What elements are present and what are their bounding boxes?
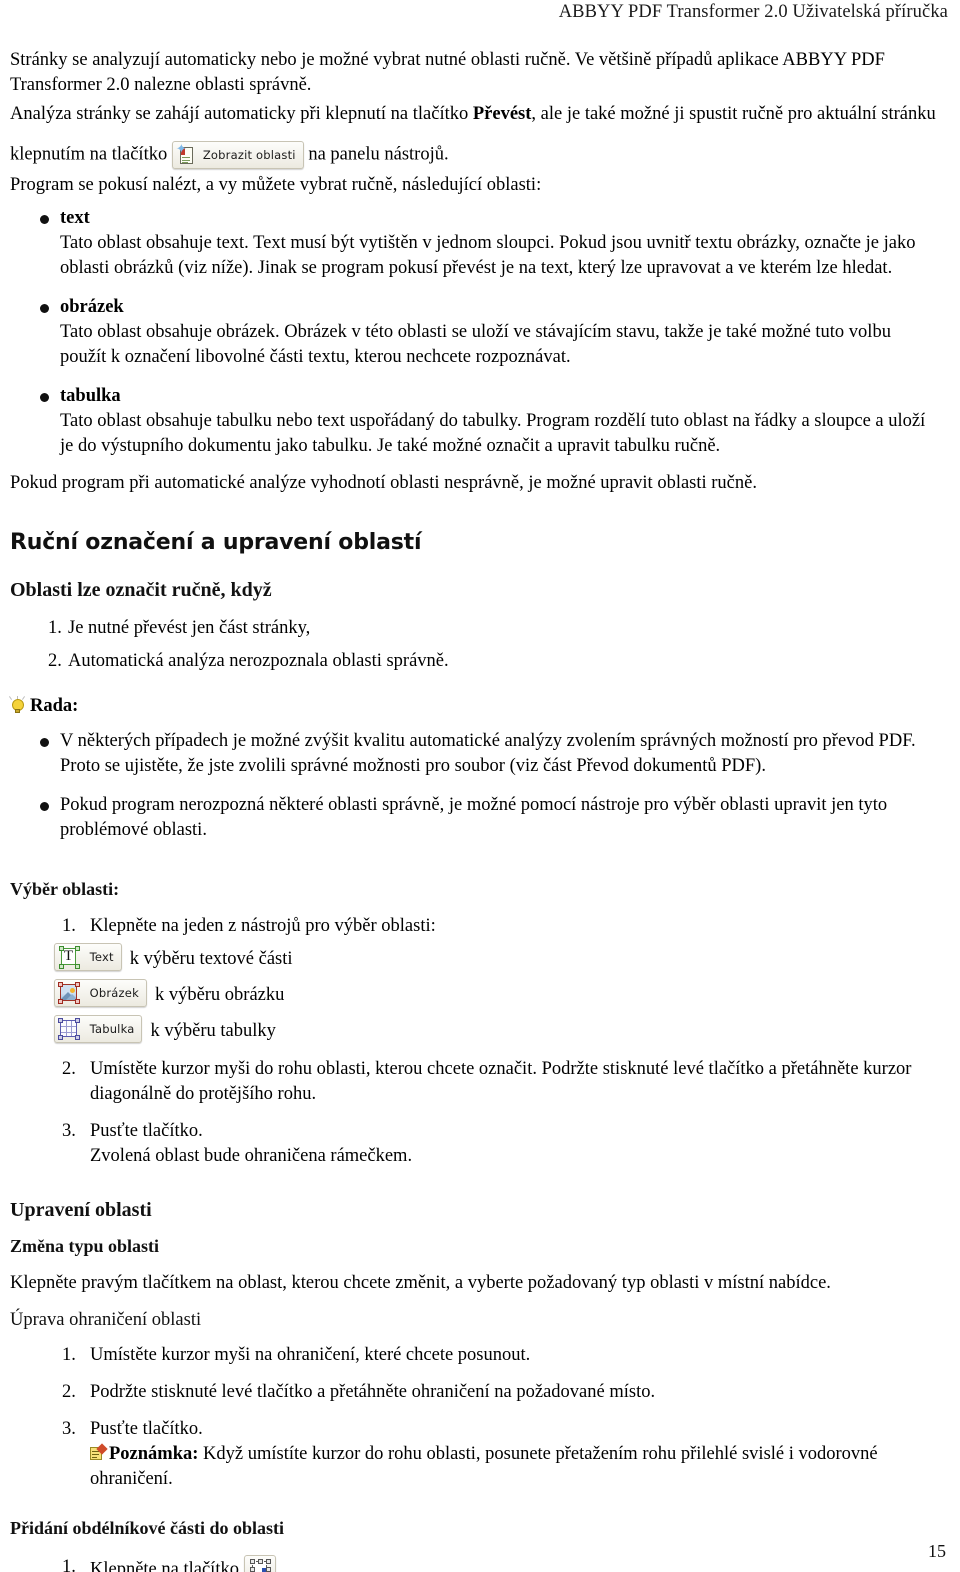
after-areas-paragraph: Pokud program při automatické analýze vy… (10, 473, 757, 493)
edit-paragraph-1: Klepněte pravým tlačítkem na oblast, kte… (10, 1273, 831, 1293)
intro-p2-after: , ale je také možné ji spustit ručně pro… (531, 104, 936, 124)
list-item: Pokud program nerozpozná některé oblasti… (10, 793, 940, 843)
intro-paragraph-3: klepnutím na tlačítko ✦ Zobrazit oblasti … (10, 141, 940, 169)
list-item: Pusťte tlačítko. Poznámka: Když umístíte… (10, 1417, 940, 1492)
intro-paragraph-1: Stránky se analyzují automaticky nebo je… (10, 50, 885, 95)
text-area-button[interactable]: T Text (54, 943, 122, 971)
selection-steps-list: Klepněte na jeden z nástrojů pro výběr o… (10, 914, 940, 1169)
show-areas-button-label: Zobrazit oblasti (202, 147, 296, 162)
tip-heading: Rada: (8, 696, 940, 717)
list-item: text Tato oblast obsahuje text. Text mus… (10, 206, 940, 281)
tip-list: V některých případech je možné zvýšit kv… (10, 729, 940, 843)
intro-p2-before: Analýza stránky se zahájí automaticky př… (10, 104, 473, 124)
list-item: Umístěte kurzor myši na ohraničení, kter… (62, 1343, 531, 1368)
addrect-steps-list: Klepněte na tlačítko . (10, 1555, 940, 1572)
intro-paragraph-4: Program se pokusí nalézt, a vy můžete vy… (10, 175, 542, 195)
list-item: Je nutné převést jen část stránky, (48, 616, 311, 641)
addrect-step1-before: Klepněte na tlačítko (90, 1559, 244, 1572)
list-item: tabulka Tato oblast obsahuje tabulku neb… (10, 384, 940, 459)
text-tool-row: T Text k výběru textové části (54, 943, 940, 971)
picture-area-button[interactable]: Obrázek (54, 979, 147, 1007)
list-item: Pusťte tlačítko. Zvolená oblast bude ohr… (10, 1119, 940, 1169)
note-pencil-icon (90, 1443, 108, 1461)
list-item: V některých případech je možné zvýšit kv… (10, 729, 940, 779)
edit-subheading-1: Změna typu oblasti (10, 1236, 160, 1256)
edit-heading: Upravení oblasti (10, 1199, 152, 1221)
area-type-term: text (60, 208, 90, 228)
area-type-term: tabulka (60, 386, 121, 406)
area-type-desc: Tato oblast obsahuje text. Text musí být… (60, 233, 916, 278)
area-type-desc: Tato oblast obsahuje tabulku nebo text u… (60, 411, 926, 456)
area-type-term: obrázek (60, 297, 124, 317)
page-header: ABBYY PDF Transformer 2.0 Uživatelská př… (558, 2, 948, 22)
note-text: Když umístíte kurzor do rohu oblasti, po… (90, 1444, 878, 1489)
intro-p3-after: na panelu nástrojů. (303, 144, 449, 165)
area-type-list: text Tato oblast obsahuje text. Text mus… (10, 206, 940, 459)
add-rectangle-button[interactable] (243, 1555, 276, 1572)
text-area-button-label: Text (89, 949, 114, 964)
picture-tool-row: Obrázek k výběru obrázku (54, 979, 940, 1007)
addrect-step1-after: . (275, 1559, 281, 1572)
add-rectangle-icon (249, 1559, 271, 1572)
text-area-icon: T (58, 946, 80, 969)
document-sparkle-icon: ✦ (176, 143, 198, 166)
intro-paragraph-2: Analýza stránky se zahájí automaticky př… (10, 102, 940, 127)
document-page: ABBYY PDF Transformer 2.0 Uživatelská př… (0, 0, 960, 1572)
table-area-icon (58, 1018, 80, 1040)
selection-step3-a: Pusťte tlačítko. (90, 1121, 203, 1141)
lightbulb-icon (8, 696, 26, 715)
edit-note: Poznámka: Když umístíte kurzor do rohu o… (90, 1442, 940, 1492)
table-area-button[interactable]: Tabulka (54, 1015, 143, 1043)
manual-subheading: Oblasti lze označit ručně, když (10, 579, 272, 601)
list-item: Klepněte na tlačítko . (10, 1555, 940, 1572)
tip-label: Rada: (30, 696, 79, 716)
manual-conditions-list: Je nutné převést jen část stránky, Autom… (10, 616, 940, 674)
note-label: Poznámka: (109, 1444, 199, 1464)
document-body: Stránky se analyzují automaticky nebo je… (8, 48, 940, 1572)
list-item: Klepněte na jeden z nástrojů pro výběr o… (10, 914, 940, 1043)
picture-area-icon (58, 982, 80, 1004)
table-tool-caption: k výběru tabulky (150, 1021, 276, 1041)
list-item: Umístěte kurzor myši do rohu oblasti, kt… (62, 1057, 912, 1104)
selection-step1-text: Klepněte na jeden z nástrojů pro výběr o… (90, 916, 436, 936)
picture-tool-caption: k výběru obrázku (154, 985, 285, 1005)
edit-step3-text: Pusťte tlačítko. (90, 1419, 203, 1439)
addrect-heading: Přidání obdélníkové části do oblasti (10, 1518, 285, 1538)
table-tool-row: Tabulka k výběru tabulky (54, 1015, 940, 1043)
intro-p3-before: klepnutím na tlačítko (10, 144, 172, 165)
page-number: 15 (928, 1541, 946, 1561)
selection-step3-b: Zvolená oblast bude ohraničena rámečkem. (90, 1146, 413, 1166)
table-area-button-label: Tabulka (89, 1021, 135, 1036)
page-title: Ruční označení a upravení oblastí (10, 530, 422, 555)
area-type-desc: Tato oblast obsahuje obrázek. Obrázek v … (60, 322, 891, 367)
edit-steps-list: Umístěte kurzor myši na ohraničení, kter… (10, 1343, 940, 1492)
text-tool-caption: k výběru textové části (129, 949, 293, 969)
show-areas-button[interactable]: ✦ Zobrazit oblasti (171, 141, 304, 169)
list-item: obrázek Tato oblast obsahuje obrázek. Ob… (10, 295, 940, 370)
list-item: Automatická analýza nerozpoznala oblasti… (48, 649, 449, 674)
convert-button-word: Převést (472, 104, 532, 124)
list-item: Podržte stisknuté levé tlačítko a přetáh… (62, 1380, 656, 1405)
picture-area-button-label: Obrázek (89, 985, 139, 1000)
edit-subheading-2: Úprava ohraničení oblasti (10, 1310, 202, 1330)
selection-heading: Výběr oblasti: (10, 879, 120, 899)
